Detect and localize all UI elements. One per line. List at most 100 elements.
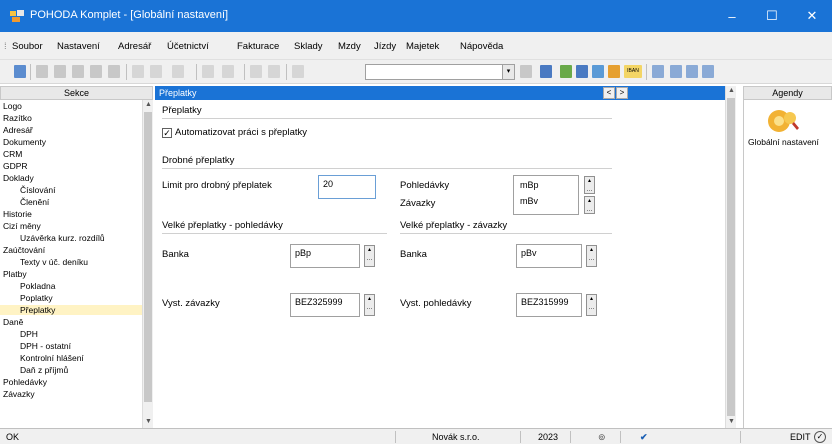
sekce-item-pokladna[interactable]: Pokladna [20,281,55,291]
pohledavky-select-icon[interactable]: ▴… [584,176,595,194]
drobne-typy-field[interactable]: mBp mBv [513,175,579,215]
sekce-item-texty[interactable]: Texty v úč. deníku [20,257,88,267]
status-separator [570,431,571,443]
menu-fakturace[interactable]: Fakturace [237,41,279,52]
toolbar-report-icon[interactable] [592,65,604,78]
menu-ucetnictvi[interactable]: Účetnictví [167,41,209,52]
toolbar-back-icon[interactable] [202,65,214,78]
sekce-item-dane[interactable]: Daně [3,317,23,327]
menu-majetek[interactable]: Majetek [406,41,439,52]
toolbar-mode-icon[interactable] [14,65,26,78]
status-pen-icon: ✔ [640,432,648,442]
toolbar-preview-icon[interactable] [72,65,84,78]
sekce-item-preplatky[interactable]: Přeplatky [0,305,142,315]
sekce-scroll-up-icon[interactable]: ▲ [145,101,152,108]
toolbar-save-icon[interactable] [250,65,262,78]
sekce-item-gdpr[interactable]: GDPR [3,161,28,171]
toolbar-iban-icon[interactable]: IBAN [624,65,642,78]
globalni-nastaveni-icon[interactable] [766,108,802,134]
toolbar-list-icon[interactable] [670,65,682,78]
agendy-item-globalni-nastaveni[interactable]: Globální nastavení [748,137,819,147]
toolbar-grid-icon[interactable] [652,65,664,78]
sekce-item-dan-z-prijmu[interactable]: Daň z příjmů [20,365,68,375]
menu-soubor[interactable]: Soubor [12,41,43,52]
toolbar-export-icon[interactable] [108,65,120,78]
banka-pohledavky-select-icon[interactable]: ▴… [364,245,375,267]
toolbar-search-dropdown-icon[interactable]: ▾ [503,64,515,80]
toolbar-print-icon[interactable] [54,65,66,78]
sekce-item-dph-ostatni[interactable]: DPH - ostatní [20,341,71,351]
toolbar-edit-icon[interactable] [150,65,162,78]
pohledavky-value: mBp [520,180,539,190]
sekce-item-cizi-meny[interactable]: Cizí měny [3,221,41,231]
vyst-pohledavky-input[interactable]: BEZ315999 [516,293,582,317]
sekce-scrollbar-thumb[interactable] [144,112,152,402]
vyst-zavazky-select-icon[interactable]: ▴… [364,294,375,316]
sekce-item-kontrolni-hlaseni[interactable]: Kontrolní hlášení [20,353,84,363]
toolbar-stock-icon[interactable] [560,65,572,78]
sekce-item-uzaverka[interactable]: Uzávěrka kurz. rozdílů [20,233,105,243]
zavazky-select-icon[interactable]: ▴… [584,196,595,214]
toolbar-help-icon[interactable] [702,65,714,78]
toolbar-undo-icon[interactable] [268,65,280,78]
sekce-item-razitko[interactable]: Razítko [3,113,32,123]
sekce-scroll-down-icon[interactable]: ▼ [145,418,152,425]
sekce-item-platby[interactable]: Platby [3,269,27,279]
menu-napoveda[interactable]: Nápověda [460,41,503,52]
sekce-item-adresar[interactable]: Adresář [3,125,33,135]
toolbar-agenda-icon[interactable] [540,65,552,78]
sekce-item-doklady[interactable]: Doklady [3,173,34,183]
main-scroll-down-icon[interactable]: ▼ [728,418,735,425]
auto-preplatky-checkbox[interactable]: ✓ [162,128,172,138]
sekce-item-crm[interactable]: CRM [3,149,22,159]
toolbar-separator [126,64,127,80]
sekce-item-zavazky[interactable]: Závazky [3,389,35,399]
vyst-pohledavky-select-icon[interactable]: ▴… [586,294,597,316]
nav-prev-button[interactable]: < [603,87,615,99]
toolbar-user-icon[interactable] [608,65,620,78]
toolbar-search-input[interactable] [365,64,503,80]
toolbar-doc-icon[interactable] [576,65,588,78]
sekce-item-poplatky[interactable]: Poplatky [20,293,53,303]
close-button[interactable]: ✕ [792,0,832,32]
minimize-button[interactable]: – [712,0,752,32]
sekce-item-pohledavky[interactable]: Pohledávky [3,377,47,387]
nav-next-button[interactable]: > [616,87,628,99]
banka-pohledavky-input[interactable]: pBp [290,244,360,268]
toolbar-calendar-icon[interactable] [686,65,698,78]
group-divider [162,118,612,119]
limit-input[interactable]: 20 [318,175,376,199]
menu-sklady[interactable]: Sklady [294,41,323,52]
sekce-item-zauctovani[interactable]: Zaúčtování [3,245,45,255]
toolbar-open-icon[interactable] [36,65,48,78]
status-separator [395,431,396,443]
vyst-zavazky-input[interactable]: BEZ325999 [290,293,360,317]
sekce-item-cleneni[interactable]: Členění [20,197,49,207]
menu-adresar[interactable]: Adresář [118,41,151,52]
main-scrollbar-thumb[interactable] [727,98,735,416]
group-divider [162,233,387,234]
maximize-button[interactable]: ☐ [752,0,792,32]
sekce-item-cislovani[interactable]: Číslování [20,185,55,195]
toolbar-separator [196,64,197,80]
sekce-item-dph[interactable]: DPH [20,329,38,339]
status-separator [740,431,741,443]
toolbar-new-icon[interactable] [132,65,144,78]
banka-zavazky-input[interactable]: pBv [516,244,582,268]
menu-jizdy[interactable]: Jízdy [374,41,396,52]
agendy-header: Agendy [743,86,832,100]
zavazky-value: mBv [520,196,538,206]
toolbar-table-icon[interactable] [172,65,184,78]
group-divider [400,233,612,234]
sekce-item-logo[interactable]: Logo [3,101,22,111]
menu-nastaveni[interactable]: Nastavení [57,41,100,52]
toolbar-filter-icon[interactable] [90,65,102,78]
banka-zavazky-select-icon[interactable]: ▴… [586,245,597,267]
toolbar-forward-icon[interactable] [222,65,234,78]
toolbar-copy-icon[interactable] [292,65,304,78]
sekce-item-dokumenty[interactable]: Dokumenty [3,137,46,147]
menu-mzdy[interactable]: Mzdy [338,41,361,52]
toolbar-funnel-icon[interactable] [520,65,532,78]
main-scroll-up-icon[interactable]: ▲ [728,87,735,94]
sekce-item-historie[interactable]: Historie [3,209,32,219]
